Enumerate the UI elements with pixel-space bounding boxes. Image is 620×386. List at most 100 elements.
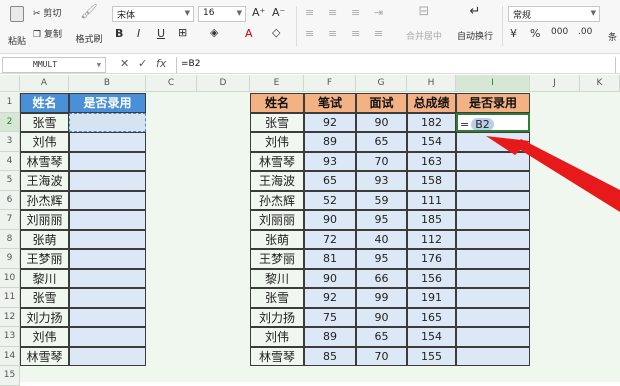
right-header-cell[interactable]: 姓名	[250, 93, 304, 113]
name-box[interactable]: MMULT ▼	[2, 57, 106, 73]
right-name-cell[interactable]: 王海波	[250, 171, 304, 191]
row-header[interactable]: 13	[0, 327, 20, 347]
italic-icon[interactable]: I	[137, 27, 140, 40]
row-header[interactable]: 8	[0, 229, 20, 249]
left-name-cell[interactable]: 王海波	[20, 171, 69, 191]
right-hired-cell[interactable]	[456, 229, 530, 249]
right-name-cell[interactable]: 张萌	[250, 229, 304, 249]
score-cell[interactable]: 85	[304, 346, 356, 366]
column-header[interactable]: D	[197, 75, 250, 92]
column-header[interactable]: J	[530, 75, 580, 92]
score-cell[interactable]: 165	[407, 307, 456, 327]
score-cell[interactable]: 92	[304, 288, 356, 308]
left-hired-cell[interactable]	[69, 307, 146, 327]
left-name-cell[interactable]: 林雪琴	[20, 346, 69, 366]
score-cell[interactable]: 90	[356, 112, 407, 132]
right-name-cell[interactable]: 孙杰辉	[250, 190, 304, 210]
right-hired-cell[interactable]	[456, 346, 530, 366]
format-painter-button[interactable]: 🖌 格式刷	[74, 4, 104, 45]
score-cell[interactable]: 89	[304, 132, 356, 152]
right-name-cell[interactable]: 王梦丽	[250, 249, 304, 269]
score-cell[interactable]: 154	[407, 327, 456, 347]
confirm-icon[interactable]: ✓	[138, 57, 147, 70]
font-size-select[interactable]: 16 ▼	[198, 6, 246, 22]
right-hired-cell[interactable]	[456, 327, 530, 347]
left-header-name[interactable]: 姓名	[20, 93, 69, 113]
left-name-cell[interactable]: 林雪琴	[20, 151, 69, 171]
score-cell[interactable]: 65	[356, 132, 407, 152]
right-header-cell[interactable]: 总成绩	[407, 93, 456, 113]
row-header[interactable]: 4	[0, 151, 20, 171]
score-cell[interactable]: 81	[304, 249, 356, 269]
cut-button[interactable]: ✂ 剪切	[33, 6, 61, 19]
border-icon[interactable]: ⊞	[178, 26, 187, 39]
increase-font-icon[interactable]: A⁺	[252, 6, 265, 19]
score-cell[interactable]: 89	[304, 327, 356, 347]
score-cell[interactable]: 59	[356, 190, 407, 210]
column-header[interactable]: H	[407, 75, 456, 92]
thousands-icon[interactable]: 000	[551, 27, 568, 37]
bold-icon[interactable]: B	[115, 27, 123, 40]
score-cell[interactable]: 92	[304, 112, 356, 132]
row-header[interactable]: 3	[0, 132, 20, 152]
row-header[interactable]: 2	[0, 112, 20, 132]
percent-icon[interactable]: %	[530, 27, 540, 40]
left-hired-cell[interactable]	[69, 346, 146, 366]
score-cell[interactable]: 95	[356, 249, 407, 269]
left-hired-cell[interactable]	[69, 327, 146, 347]
right-hired-cell[interactable]	[456, 132, 530, 152]
score-cell[interactable]: 75	[304, 307, 356, 327]
row-header[interactable]: 9	[0, 249, 20, 269]
align-top-icon[interactable]: ≡	[305, 6, 314, 19]
conditional-format-label[interactable]: 条	[608, 30, 617, 43]
score-cell[interactable]: 65	[356, 327, 407, 347]
score-cell[interactable]: 93	[356, 171, 407, 191]
right-header-cell[interactable]: 笔试	[304, 93, 356, 113]
score-cell[interactable]: 66	[356, 268, 407, 288]
right-name-cell[interactable]: 林雪琴	[250, 346, 304, 366]
score-cell[interactable]: 90	[304, 268, 356, 288]
score-cell[interactable]: 155	[407, 346, 456, 366]
score-cell[interactable]: 176	[407, 249, 456, 269]
active-editing-cell[interactable]: = B2	[456, 112, 530, 132]
align-left-icon[interactable]: ≡	[305, 27, 314, 40]
right-name-cell[interactable]: 黎川	[250, 268, 304, 288]
right-hired-cell[interactable]	[456, 210, 530, 230]
left-name-cell[interactable]: 黎川	[20, 268, 69, 288]
left-hired-cell[interactable]	[69, 229, 146, 249]
score-cell[interactable]: 99	[356, 288, 407, 308]
score-cell[interactable]: 93	[304, 151, 356, 171]
left-hired-cell[interactable]	[69, 249, 146, 269]
column-header[interactable]: C	[146, 75, 197, 92]
score-cell[interactable]: 65	[304, 171, 356, 191]
copy-button[interactable]: ❐ 复制	[33, 27, 62, 40]
currency-icon[interactable]: ¥	[510, 27, 517, 40]
column-header[interactable]: K	[580, 75, 620, 92]
right-hired-cell[interactable]	[456, 190, 530, 210]
right-name-cell[interactable]: 张雪	[250, 288, 304, 308]
column-header[interactable]: A	[20, 75, 69, 92]
row-header[interactable]: 5	[0, 171, 20, 191]
right-name-cell[interactable]: 林雪琴	[250, 151, 304, 171]
row-header[interactable]: 14	[0, 346, 20, 366]
right-name-cell[interactable]: 刘伟	[250, 327, 304, 347]
worksheet-grid[interactable]: A B C D E F G H I J K 1 2 3 4 5 6 7 8 9 10 11 12 13 14 15 姓名 是否录用 张雪…	[0, 75, 620, 386]
score-cell[interactable]: 154	[407, 132, 456, 152]
right-hired-cell[interactable]	[456, 151, 530, 171]
score-cell[interactable]: 191	[407, 288, 456, 308]
score-cell[interactable]: 163	[407, 151, 456, 171]
left-name-cell[interactable]: 刘力扬	[20, 307, 69, 327]
decrease-font-icon[interactable]: A⁻	[272, 6, 285, 19]
score-cell[interactable]: 70	[356, 151, 407, 171]
column-header[interactable]: G	[356, 75, 407, 92]
indent-icon[interactable]: ⇥	[374, 6, 383, 19]
underline-icon[interactable]: U	[157, 27, 165, 40]
font-color-icon[interactable]: A	[245, 27, 253, 40]
score-cell[interactable]: 156	[407, 268, 456, 288]
row-header[interactable]: 10	[0, 268, 20, 288]
align-bottom-icon[interactable]: ≡	[351, 6, 360, 19]
right-name-cell[interactable]: 刘伟	[250, 132, 304, 152]
row-header[interactable]: 6	[0, 190, 20, 210]
function-icon[interactable]: fx	[156, 57, 166, 70]
right-hired-cell[interactable]	[456, 249, 530, 269]
